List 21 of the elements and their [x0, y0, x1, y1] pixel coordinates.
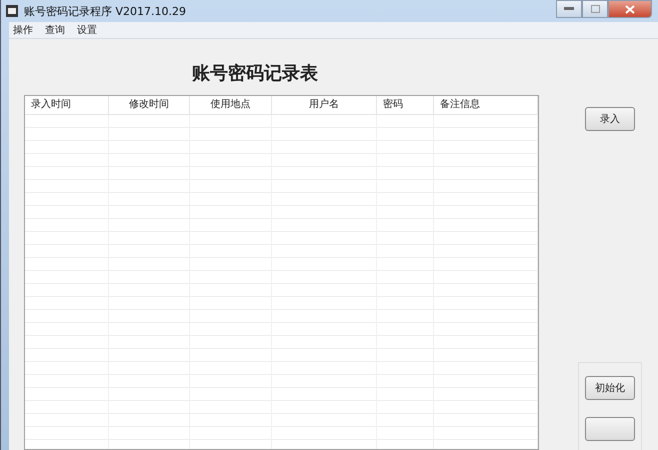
column-header[interactable]: 录入时间: [25, 96, 109, 114]
menu-item[interactable]: 操作: [13, 23, 33, 37]
minimize-icon: [564, 7, 574, 11]
action-button[interactable]: 初始化: [585, 376, 635, 400]
maximize-icon: [590, 5, 600, 13]
column-header[interactable]: 密码: [377, 96, 434, 114]
column-header[interactable]: 修改时间: [109, 96, 190, 114]
column-header[interactable]: 使用地点: [190, 96, 272, 114]
maximize-button[interactable]: [582, 0, 608, 18]
menu-item[interactable]: 设置: [77, 23, 97, 37]
column-header[interactable]: 用户名: [272, 96, 377, 114]
column-header[interactable]: 备注信息: [434, 96, 538, 114]
app-icon: [5, 4, 19, 18]
close-button[interactable]: [608, 0, 652, 18]
menu-item[interactable]: 查询: [45, 23, 65, 37]
action-button[interactable]: [585, 417, 635, 441]
window-title: 账号密码记录程序 V2017.10.29: [24, 4, 186, 18]
record-button[interactable]: 录入: [585, 107, 635, 131]
table-heading: 账号密码记录表: [191, 62, 319, 85]
minimize-button[interactable]: [556, 0, 582, 18]
close-icon: [625, 4, 635, 14]
